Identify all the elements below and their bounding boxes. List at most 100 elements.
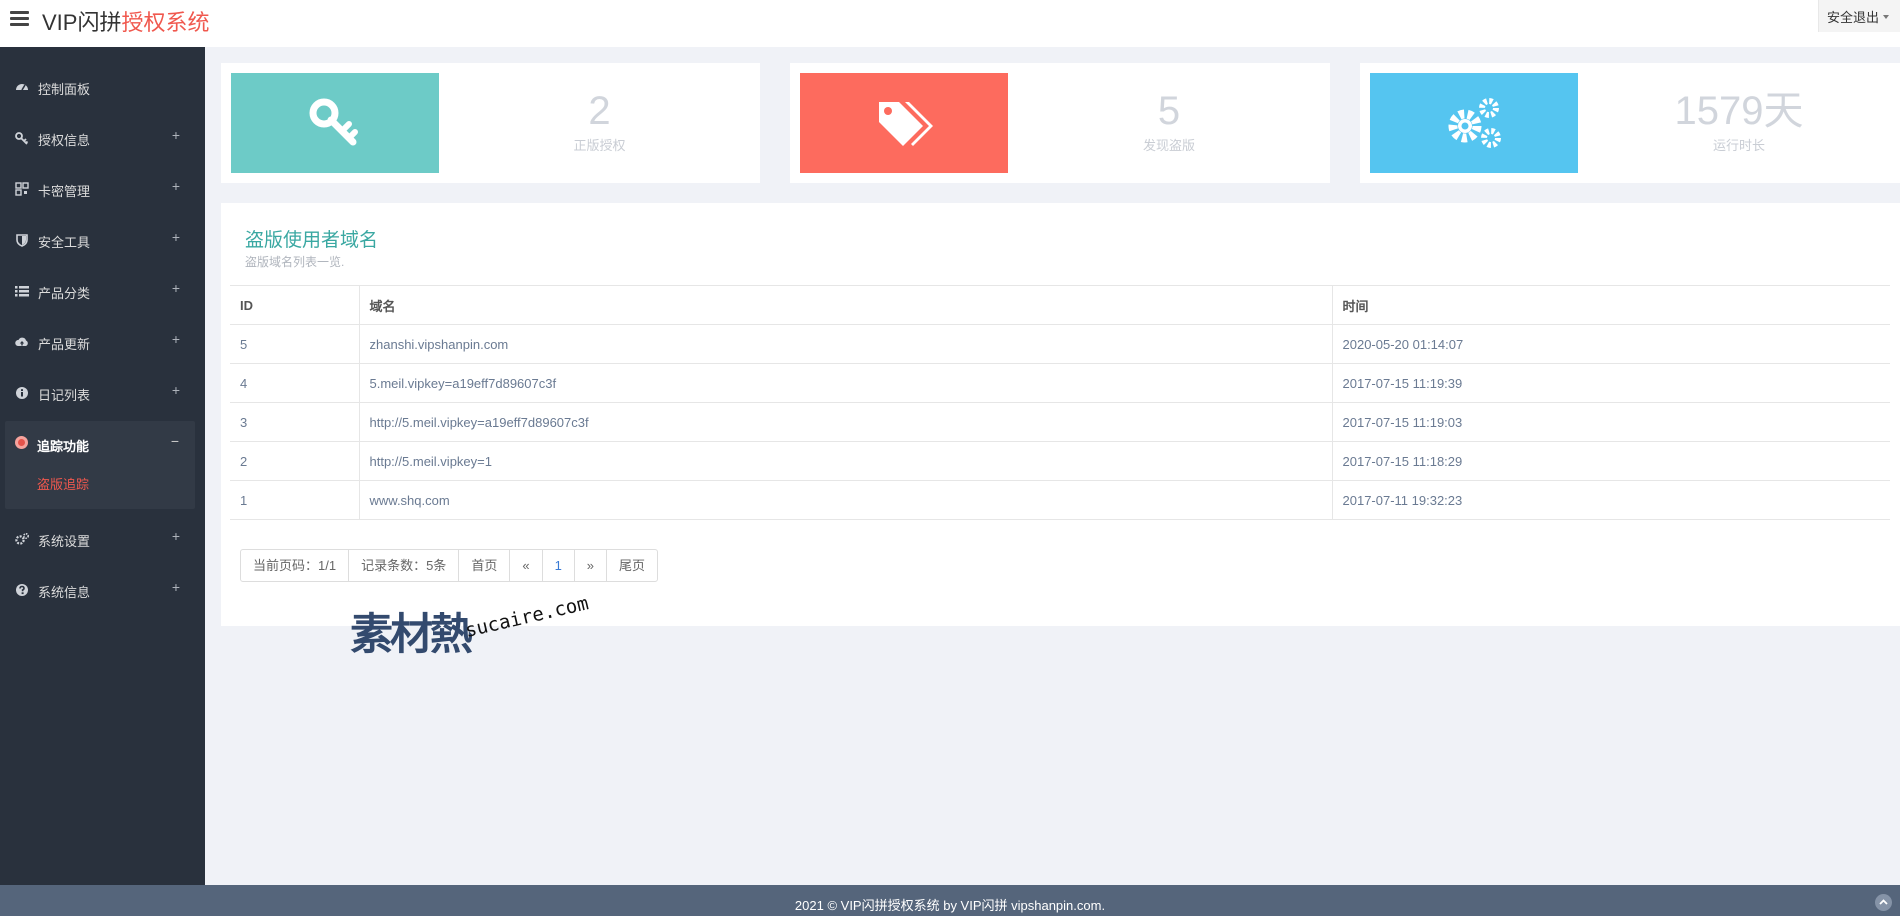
sidebar-item-label: 系统信息 — [38, 585, 91, 600]
cogs-icon — [1448, 98, 1501, 148]
stat-card-piracy-found: 5 发现盗版 — [790, 63, 1330, 183]
pager-current-page: 当前页码：1/1 — [241, 550, 350, 581]
key-icon — [15, 132, 29, 145]
cell-id: 5 — [230, 324, 360, 364]
sidebar-item-product-category[interactable]: 产品分类 + — [0, 266, 205, 317]
expand-icon[interactable]: + — [172, 127, 180, 143]
scroll-top-icon[interactable] — [1875, 894, 1892, 911]
pager-prev-button[interactable]: « — [510, 550, 543, 581]
cell-id: 2 — [230, 441, 360, 481]
panel-subtitle: 盗版域名列表一览. — [245, 255, 345, 269]
question-circle-icon — [16, 584, 28, 596]
sidebar-item-label: 追踪功能 — [37, 439, 90, 454]
expand-icon[interactable]: + — [172, 280, 180, 296]
sidebar-item-tracking[interactable]: 追踪功能 − — [5, 421, 195, 466]
target-icon — [15, 436, 28, 449]
cell-time: 2017-07-15 11:18:29 — [1331, 441, 1890, 481]
cell-domain: www.shq.com — [358, 480, 1333, 520]
pager-record-count: 记录条数：5条 — [349, 550, 460, 581]
expand-icon[interactable]: + — [172, 382, 180, 398]
sidebar-subitem-piracy-tracking[interactable]: 盗版追踪 — [37, 474, 89, 493]
stat-caption: 正版授权 — [573, 138, 626, 153]
app-title-prefix: VIP闪拼 — [42, 10, 122, 35]
cell-id: 3 — [230, 402, 360, 442]
cogs-icon — [15, 533, 29, 545]
expand-icon[interactable]: + — [172, 579, 180, 595]
expand-icon[interactable]: + — [172, 331, 180, 347]
app-title-highlight: 授权系统 — [121, 10, 210, 35]
cell-time: 2017-07-15 11:19:39 — [1331, 363, 1890, 403]
cell-domain: 5.meil.vipkey=a19eff7d89607c3f — [358, 363, 1333, 403]
sidebar-item-label: 日记列表 — [38, 388, 91, 403]
sidebar-group-tracking: 追踪功能 − 盗版追踪 — [5, 421, 195, 509]
cell-domain: http://5.meil.vipkey=a19eff7d89607c3f — [358, 402, 1333, 442]
watermark: 素材熱 sucaire.com — [350, 592, 600, 660]
table-row: 5 zhanshi.vipshanpin.com 2020-05-20 01:1… — [230, 324, 1890, 364]
list-icon — [15, 286, 29, 297]
sidebar-item-system-settings[interactable]: 系统设置 + — [0, 514, 205, 565]
key-icon — [309, 98, 358, 146]
expand-icon[interactable]: + — [172, 528, 180, 544]
table-row: 1 www.shq.com 2017-07-11 19:32:23 — [230, 480, 1890, 520]
watermark-logo: 素材熱 — [350, 610, 473, 660]
column-header-id: ID — [230, 285, 360, 325]
sidebar-item-security-tools[interactable]: 安全工具 + — [0, 215, 205, 266]
logout-label: 安全退出 — [1827, 10, 1880, 25]
table-header-row: ID 域名 时间 — [230, 285, 1890, 325]
sidebar-item-label: 安全工具 — [38, 235, 91, 250]
pager-last-button[interactable]: 尾页 — [607, 550, 657, 581]
cell-id: 4 — [230, 363, 360, 403]
pager-page-1[interactable]: 1 — [543, 550, 575, 581]
caret-down-icon — [1883, 15, 1890, 19]
column-header-domain: 域名 — [358, 285, 1333, 325]
sidebar-item-dashboard[interactable]: 控制面板 — [0, 62, 205, 113]
pager-next-button[interactable]: » — [575, 550, 608, 581]
column-header-time: 时间 — [1331, 285, 1890, 325]
sidebar-item-label: 产品分类 — [38, 286, 91, 301]
menu-toggle-icon[interactable] — [10, 11, 29, 27]
pager-first-button[interactable]: 首页 — [459, 550, 511, 581]
stat-card-uptime: 1579天 运行时长 — [1360, 63, 1900, 183]
stat-tile — [800, 73, 1008, 173]
sidebar-item-auth-info[interactable]: 授权信息 + — [0, 113, 205, 164]
cell-time: 2017-07-15 11:19:03 — [1331, 402, 1890, 442]
footer: 2021 © VIP闪拼授权系统 by VIP闪拼 vipshanpin.com… — [0, 885, 1900, 916]
sidebar-item-label: 系统设置 — [38, 534, 91, 549]
sidebar-item-card-management[interactable]: 卡密管理 + — [0, 164, 205, 215]
info-circle-icon — [16, 387, 28, 399]
stat-value: 5 — [1157, 89, 1181, 133]
pagination: 当前页码：1/1 记录条数：5条 首页 « 1 » 尾页 — [240, 549, 659, 582]
sidebar-item-log-list[interactable]: 日记列表 + — [0, 368, 205, 419]
stat-value: 2 — [588, 89, 611, 133]
stat-card-genuine-licenses: 2 正版授权 — [221, 63, 760, 183]
panel-title: 盗版使用者域名 — [245, 230, 379, 251]
sidebar-item-label: 卡密管理 — [38, 184, 91, 199]
cell-id: 1 — [230, 480, 360, 520]
sidebar-item-label: 控制面板 — [38, 82, 91, 97]
sidebar-item-label: 产品更新 — [38, 337, 91, 352]
sidebar-item-system-info[interactable]: 系统信息 + — [0, 565, 205, 616]
stat-caption: 发现盗版 — [1142, 138, 1195, 153]
expand-icon[interactable]: + — [172, 229, 180, 245]
cell-domain: http://5.meil.vipkey=1 — [358, 441, 1333, 481]
expand-icon[interactable]: + — [172, 178, 180, 194]
table-row: 2 http://5.meil.vipkey=1 2017-07-15 11:1… — [230, 441, 1890, 481]
logout-button[interactable]: 安全退出 — [1818, 0, 1900, 32]
stat-value: 1579天 — [1674, 89, 1804, 133]
top-bar: VIP闪拼授权系统 安全退出 — [0, 0, 1900, 47]
qrcode-icon — [15, 182, 29, 196]
stat-caption: 运行时长 — [1712, 138, 1765, 153]
piracy-domains-panel: 盗版使用者域名 盗版域名列表一览. ID 域名 时间 5 zhanshi.vip… — [221, 203, 1900, 626]
sidebar-item-product-update[interactable]: 产品更新 + — [0, 317, 205, 368]
cell-time: 2017-07-11 19:32:23 — [1331, 480, 1890, 520]
cloud-upload-icon — [15, 337, 28, 346]
collapse-icon[interactable]: − — [171, 433, 179, 449]
shield-icon — [16, 234, 28, 247]
piracy-domains-table: ID 域名 时间 5 zhanshi.vipshanpin.com 2020-0… — [230, 285, 1890, 520]
app-title: VIP闪拼授权系统 — [42, 5, 209, 37]
sidebar-item-label: 授权信息 — [38, 133, 91, 148]
stat-tile — [1370, 73, 1578, 173]
footer-text: 2021 © VIP闪拼授权系统 by VIP闪拼 vipshanpin.com… — [794, 898, 1106, 913]
tachometer-icon — [16, 84, 28, 91]
table-row: 3 http://5.meil.vipkey=a19eff7d89607c3f … — [230, 402, 1890, 442]
